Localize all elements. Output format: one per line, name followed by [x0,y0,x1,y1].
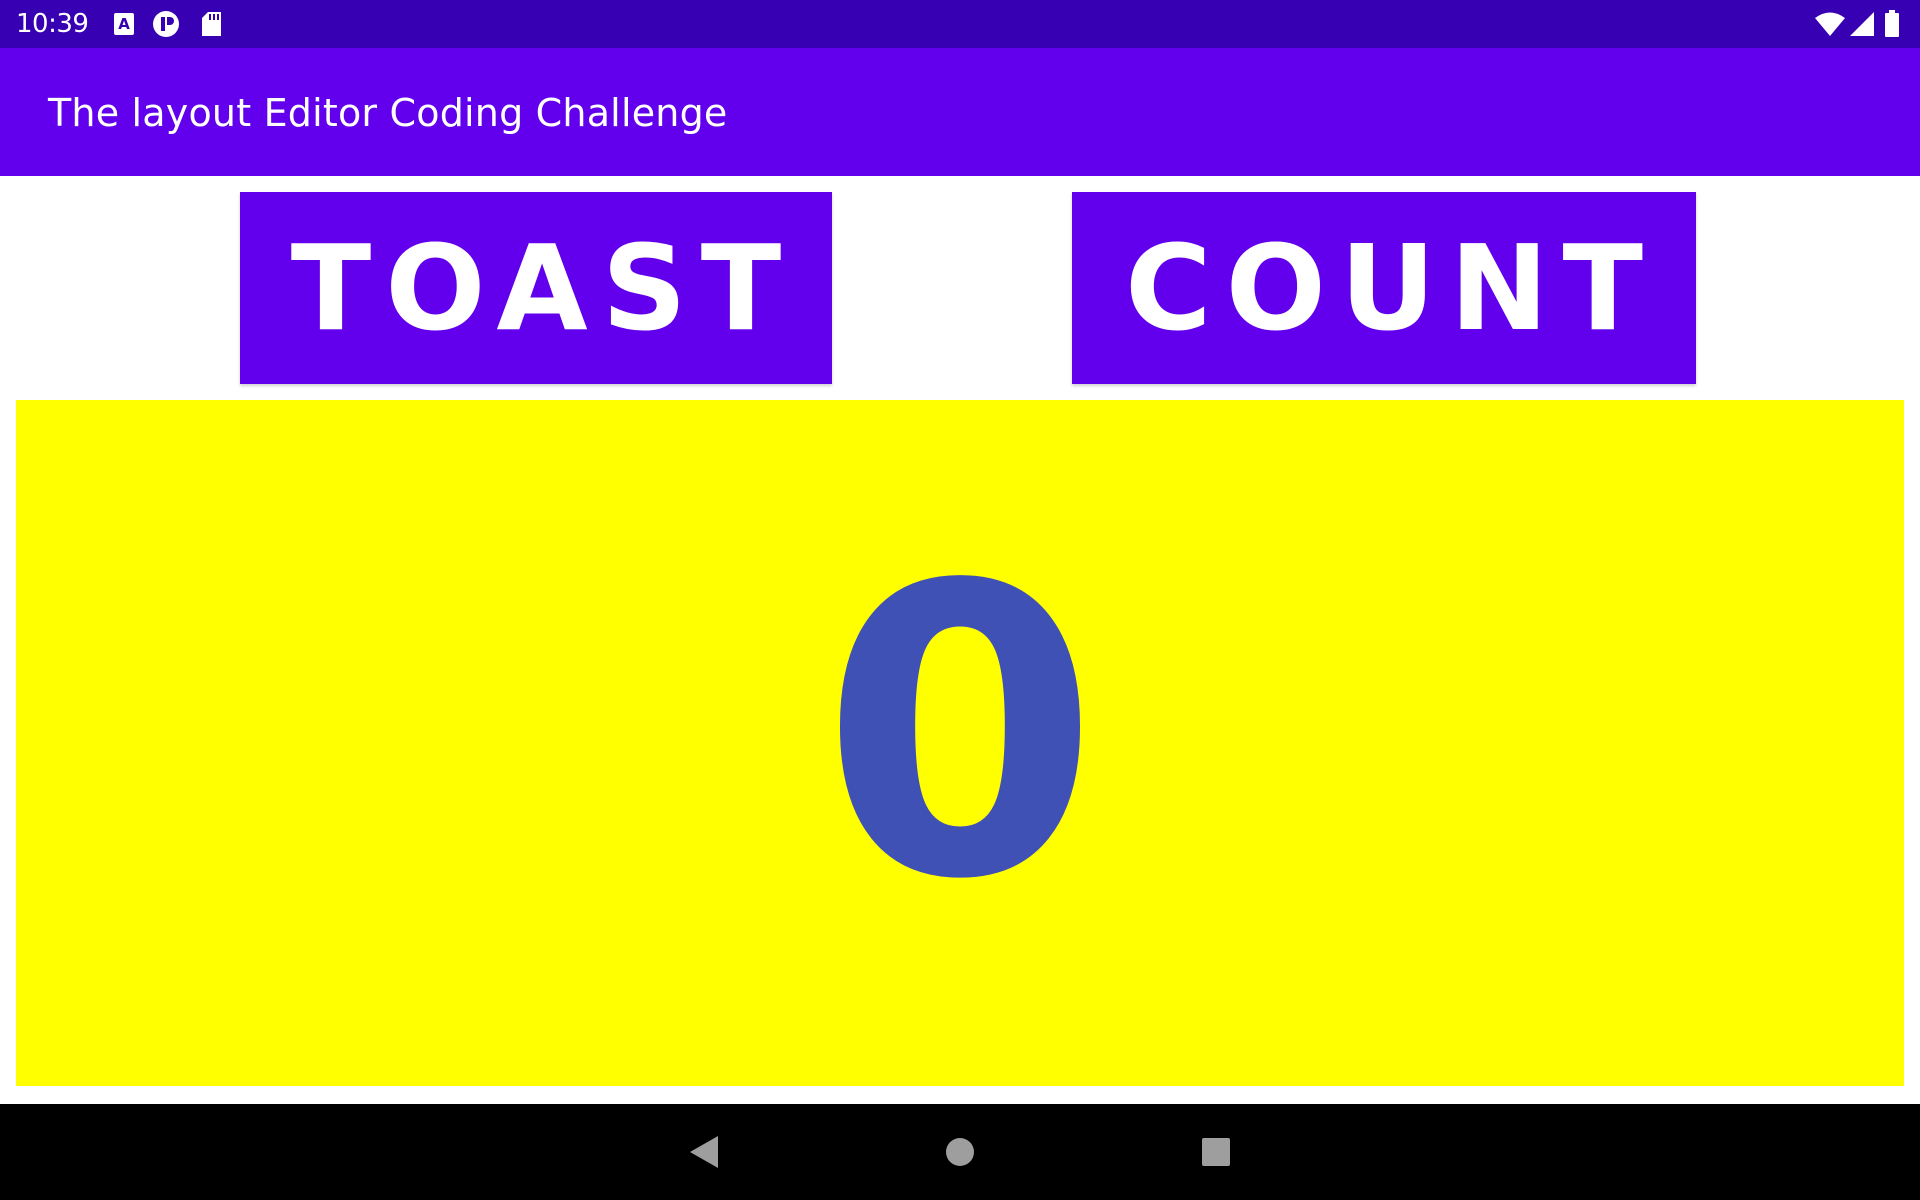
battery-icon [1882,10,1902,38]
navigation-bar [0,1104,1920,1200]
recents-icon[interactable] [1192,1128,1240,1176]
count-display-panel: 0 [16,400,1904,1086]
back-icon[interactable] [680,1128,728,1176]
cellular-icon [1848,10,1876,38]
text-a-icon: A [110,10,138,38]
paint-icon [152,10,180,38]
count-button[interactable]: COUNT [1072,192,1696,384]
app-bar: The layout Editor Coding Challenge [0,48,1920,176]
sd-card-icon [198,10,226,38]
toast-button[interactable]: TOAST [240,192,832,384]
home-icon[interactable] [936,1128,984,1176]
status-bar: 10:39 A [0,0,1920,48]
svg-text:A: A [118,15,130,33]
wifi-icon [1814,10,1846,38]
count-value: 0 [820,502,1100,967]
app-title: The layout Editor Coding Challenge [48,91,728,135]
status-time: 10:39 [16,9,89,39]
